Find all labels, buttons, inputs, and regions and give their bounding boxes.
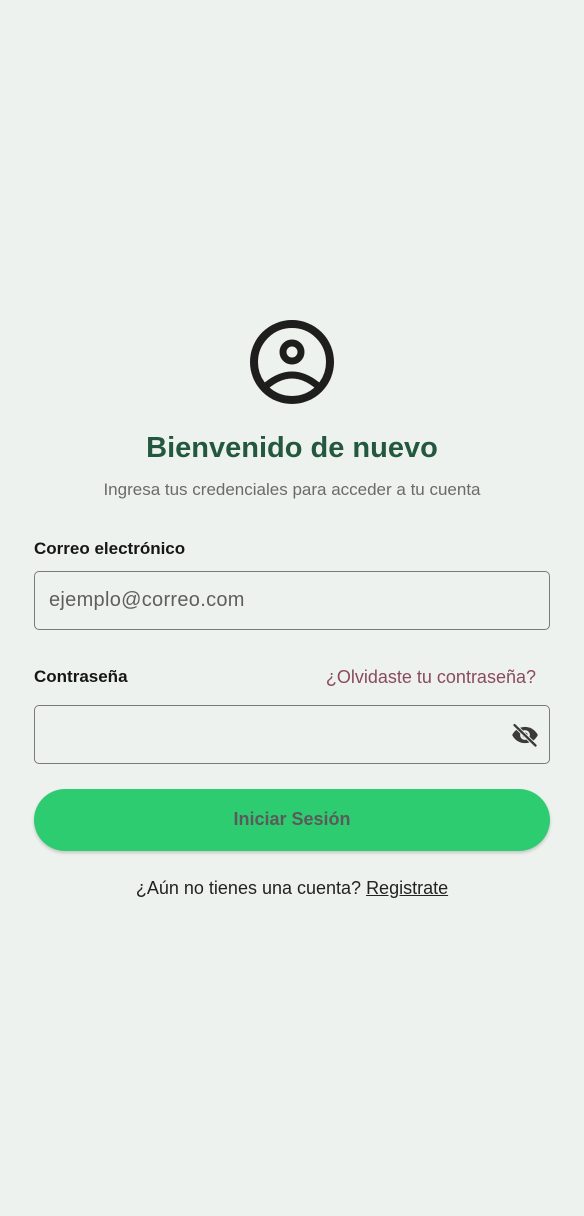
email-label: Correo electrónico <box>34 538 186 558</box>
page-subtitle: Ingresa tus credenciales para acceder a … <box>103 479 481 499</box>
signup-link[interactable]: Registrate <box>366 878 448 898</box>
password-label: Contraseña <box>34 667 128 687</box>
account-circle-icon <box>250 320 334 404</box>
email-field[interactable]: ejemplo@correo.com <box>34 570 550 630</box>
signup-prompt: ¿Aún no tienes una cuenta? Registrate <box>34 878 550 899</box>
password-label-row: Contraseña ¿Olvidaste tu contraseña? <box>34 667 550 688</box>
eye-off-icon[interactable] <box>511 721 539 749</box>
signup-text: ¿Aún no tienes una cuenta? <box>135 877 362 898</box>
forgot-password-link[interactable]: ¿Olvidaste tu contraseña? <box>326 667 536 688</box>
login-button[interactable]: Iniciar Sesión <box>34 788 550 851</box>
email-placeholder: ejemplo@correo.com <box>49 588 245 611</box>
login-form: Bienvenido de nuevo Ingresa tus credenci… <box>34 318 550 899</box>
password-field[interactable] <box>34 704 550 764</box>
page-title: Bienvenido de nuevo <box>146 432 438 464</box>
